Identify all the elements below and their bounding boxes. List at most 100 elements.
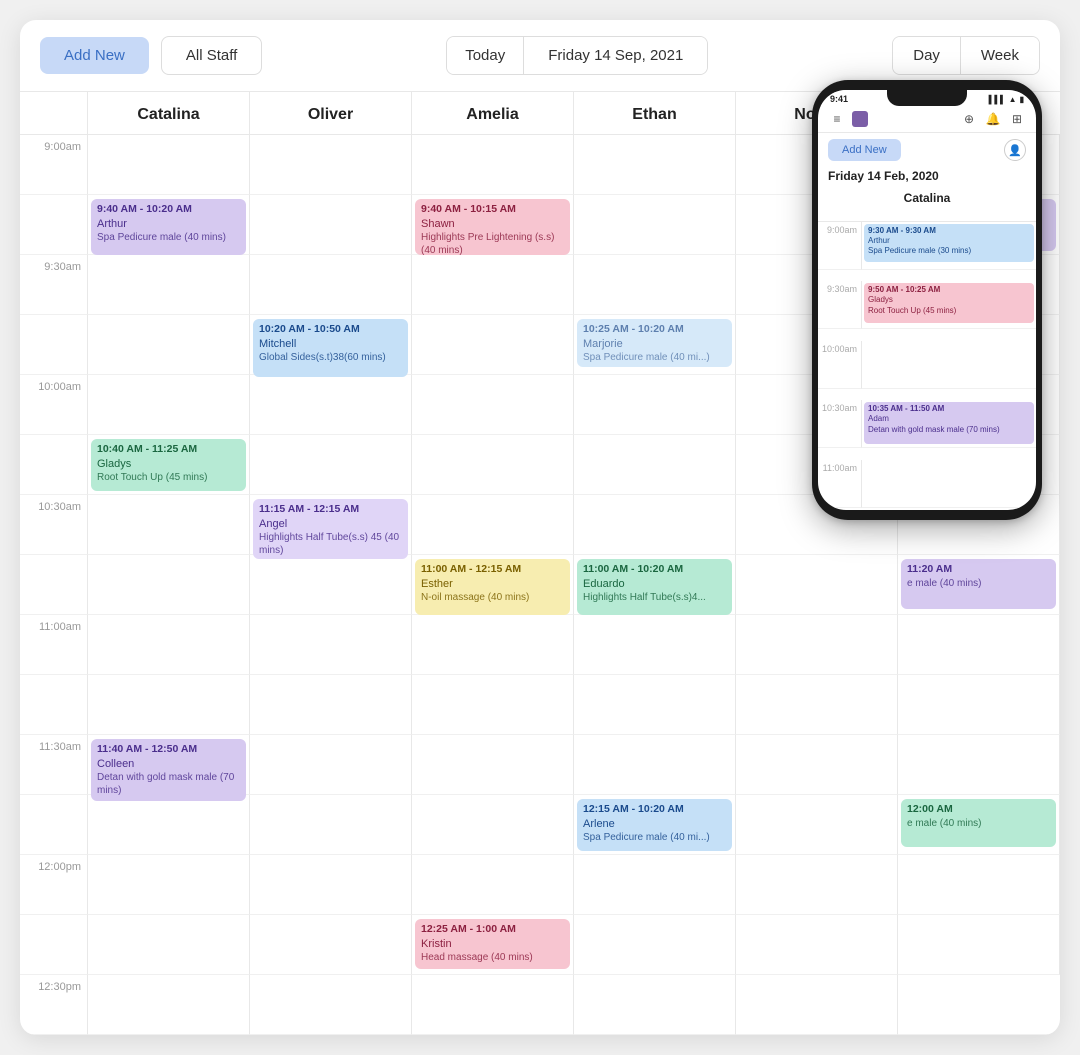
ethan-cell-1[interactable] [574,135,736,195]
amelia-cell-11[interactable] [412,735,574,795]
ethan-cell-15[interactable] [574,975,736,1035]
event-mitchell[interactable]: 10:20 AM - 10:50 AM Mitchell Global Side… [253,319,408,377]
catalina-cell-10[interactable] [88,675,250,735]
finch-cell-14[interactable] [898,915,1060,975]
finch-cell-12[interactable]: 12:00 AM e male (40 mins) [898,795,1060,855]
ethan-cell-2[interactable] [574,195,736,255]
amelia-cell-6[interactable] [412,435,574,495]
amelia-cell-3[interactable] [412,255,574,315]
add-new-button[interactable]: Add New [40,37,149,74]
catalina-cell-1[interactable] [88,135,250,195]
catalina-cell-15[interactable] [88,975,250,1035]
event-kristin[interactable]: 12:25 AM - 1:00 AM Kristin Head massage … [415,919,570,969]
finch-cell-10[interactable] [898,675,1060,735]
ethan-cell-6[interactable] [574,435,736,495]
event-colleen[interactable]: 11:40 AM - 12:50 AM Colleen Detan with g… [91,739,246,801]
phone-event-arthur[interactable]: 9:30 AM - 9:30 AM Arthur Spa Pedicure ma… [864,224,1034,262]
event-finch-3[interactable]: 12:00 AM e male (40 mins) [901,799,1056,847]
catalina-cell-13[interactable] [88,855,250,915]
oliver-cell-8[interactable] [250,555,412,615]
phone-day-cell-4[interactable]: 10:35 AM - 11:50 AM Adam Detan with gold… [862,400,1036,448]
amelia-cell-8[interactable]: 11:00 AM - 12:15 AM Esther N-oil massage… [412,555,574,615]
day-view-button[interactable]: Day [893,37,961,74]
catalina-cell-6[interactable]: 10:40 AM - 11:25 AM Gladys Root Touch Up… [88,435,250,495]
event-finch-2[interactable]: 11:20 AM e male (40 mins) [901,559,1056,609]
nolan-cell-15[interactable] [736,975,898,1035]
ethan-cell-11[interactable] [574,735,736,795]
oliver-cell-9[interactable] [250,615,412,675]
phone-day-cell-2[interactable]: 9:50 AM - 10:25 AM Gladys Root Touch Up … [862,281,1036,329]
nolan-cell-10[interactable] [736,675,898,735]
oliver-cell-13[interactable] [250,855,412,915]
finch-cell-8[interactable]: 11:20 AM e male (40 mins) [898,555,1060,615]
nolan-cell-11[interactable] [736,735,898,795]
amelia-cell-12[interactable] [412,795,574,855]
oliver-cell-15[interactable] [250,975,412,1035]
ethan-cell-14[interactable] [574,915,736,975]
ethan-cell-8[interactable]: 11:00 AM - 10:20 AM Eduardo Highlights H… [574,555,736,615]
oliver-cell-10[interactable] [250,675,412,735]
event-gladys[interactable]: 10:40 AM - 11:25 AM Gladys Root Touch Up… [91,439,246,491]
phone-event-gladys[interactable]: 9:50 AM - 10:25 AM Gladys Root Touch Up … [864,283,1034,323]
amelia-cell-2[interactable]: 9:40 AM - 10:15 AM Shawn Highlights Pre … [412,195,574,255]
amelia-cell-5[interactable] [412,375,574,435]
oliver-cell-1[interactable] [250,135,412,195]
finch-cell-13[interactable] [898,855,1060,915]
ethan-cell-9[interactable] [574,615,736,675]
amelia-cell-13[interactable] [412,855,574,915]
finch-cell-11[interactable] [898,735,1060,795]
oliver-cell-4[interactable]: 10:20 AM - 10:50 AM Mitchell Global Side… [250,315,412,375]
ethan-cell-5[interactable] [574,375,736,435]
ethan-cell-12[interactable]: 12:15 AM - 10:20 AM Arlene Spa Pedicure … [574,795,736,855]
ethan-cell-3[interactable] [574,255,736,315]
event-esther[interactable]: 11:00 AM - 12:15 AM Esther N-oil massage… [415,559,570,615]
all-staff-button[interactable]: All Staff [161,36,262,75]
event-marjorie[interactable]: 10:25 AM - 10:20 AM Marjorie Spa Pedicur… [577,319,732,367]
phone-day-cell-5[interactable] [862,460,1036,508]
finch-cell-9[interactable] [898,615,1060,675]
oliver-cell-14[interactable] [250,915,412,975]
oliver-cell-12[interactable] [250,795,412,855]
ethan-cell-10[interactable] [574,675,736,735]
catalina-cell-14[interactable] [88,915,250,975]
bell-icon[interactable]: 🔔 [984,110,1002,128]
hamburger-icon[interactable]: ≡ [828,110,846,128]
event-eduardo[interactable]: 11:00 AM - 10:20 AM Eduardo Highlights H… [577,559,732,615]
nolan-cell-9[interactable] [736,615,898,675]
oliver-cell-3[interactable] [250,255,412,315]
catalina-cell-3[interactable] [88,255,250,315]
nolan-cell-13[interactable] [736,855,898,915]
phone-add-new-button[interactable]: Add New [828,139,901,161]
ethan-cell-7[interactable] [574,495,736,555]
grid-icon[interactable]: ⊞ [1008,110,1026,128]
amelia-cell-1[interactable] [412,135,574,195]
finch-cell-15[interactable] [898,975,1060,1035]
oliver-cell-11[interactable] [250,735,412,795]
event-arlene[interactable]: 12:15 AM - 10:20 AM Arlene Spa Pedicure … [577,799,732,851]
amelia-cell-14[interactable]: 12:25 AM - 1:00 AM Kristin Head massage … [412,915,574,975]
oliver-cell-2[interactable] [250,195,412,255]
amelia-cell-15[interactable] [412,975,574,1035]
amelia-cell-9[interactable] [412,615,574,675]
catalina-cell-11[interactable]: 11:40 AM - 12:50 AM Colleen Detan with g… [88,735,250,795]
ethan-cell-4[interactable]: 10:25 AM - 10:20 AM Marjorie Spa Pedicur… [574,315,736,375]
phone-person-icon[interactable]: 👤 [1004,139,1026,161]
event-angel[interactable]: 11:15 AM - 12:15 AM Angel Highlights Hal… [253,499,408,559]
today-button[interactable]: Today [447,37,524,74]
event-shawn[interactable]: 9:40 AM - 10:15 AM Shawn Highlights Pre … [415,199,570,255]
catalina-cell-4[interactable] [88,315,250,375]
nolan-cell-14[interactable] [736,915,898,975]
week-view-button[interactable]: Week [961,37,1039,74]
amelia-cell-10[interactable] [412,675,574,735]
phone-day-cell-1[interactable]: 9:30 AM - 9:30 AM Arthur Spa Pedicure ma… [862,222,1036,270]
nolan-cell-8[interactable] [736,555,898,615]
nolan-cell-12[interactable] [736,795,898,855]
amelia-cell-7[interactable] [412,495,574,555]
phone-event-adam[interactable]: 10:35 AM - 11:50 AM Adam Detan with gold… [864,402,1034,444]
oliver-cell-7[interactable]: 11:15 AM - 12:15 AM Angel Highlights Hal… [250,495,412,555]
oliver-cell-5[interactable] [250,375,412,435]
catalina-cell-8[interactable] [88,555,250,615]
phone-day-cell-3[interactable] [862,341,1036,389]
catalina-cell-2[interactable]: 9:40 AM - 10:20 AM Arthur Spa Pedicure m… [88,195,250,255]
amelia-cell-4[interactable] [412,315,574,375]
